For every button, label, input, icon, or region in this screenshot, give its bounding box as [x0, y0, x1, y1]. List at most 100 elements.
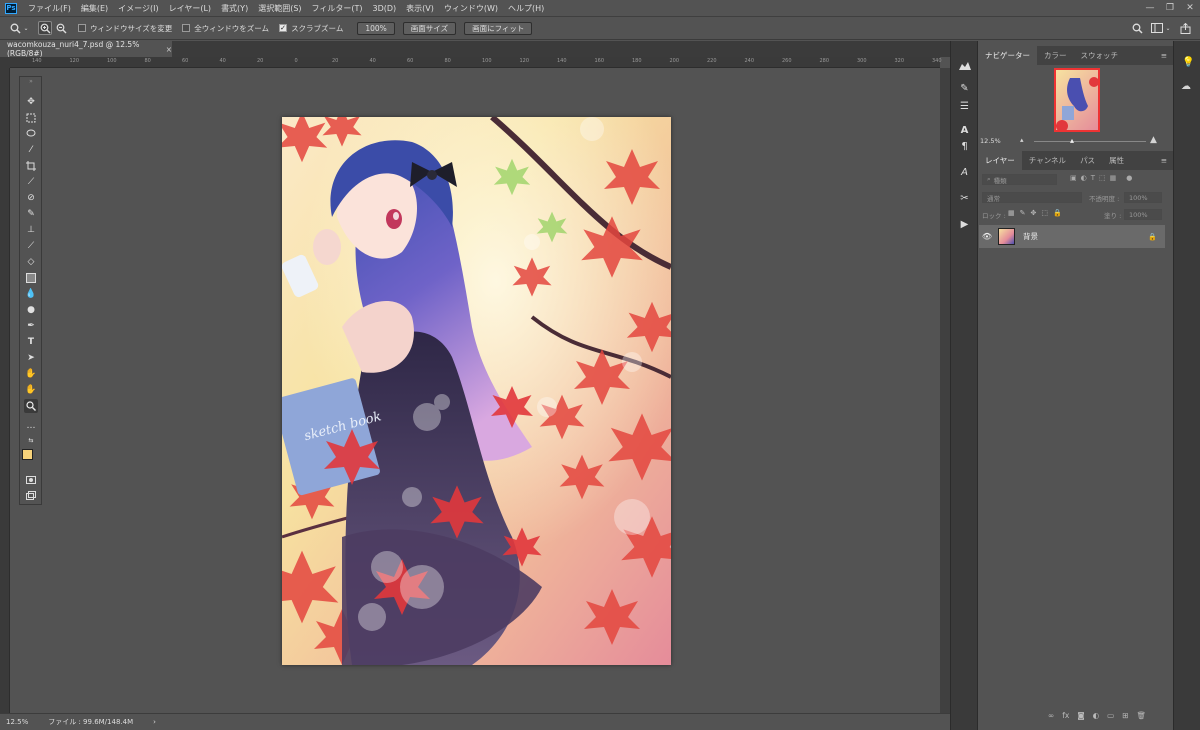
fill-screen-button[interactable]: 画面にフィット	[464, 21, 533, 35]
tab-channels[interactable]: チャンネル	[1022, 151, 1073, 170]
tab-paths[interactable]: パス	[1073, 151, 1102, 170]
menu-edit[interactable]: 編集(E)	[76, 3, 113, 14]
marquee-tool-icon[interactable]	[24, 111, 38, 125]
chevron-down-icon[interactable]: ⌄	[22, 21, 30, 35]
slider-thumb[interactable]: ▴	[1070, 136, 1074, 145]
lock-image-icon[interactable]: ✎	[1020, 209, 1026, 217]
panel-menu-icon[interactable]: ≡	[1154, 46, 1174, 65]
screen-mode-icon[interactable]	[24, 489, 38, 503]
actions-play-icon[interactable]: ▶	[957, 217, 972, 232]
zoom-100-button[interactable]: 100%	[357, 21, 395, 35]
document-tab[interactable]: wacomkouza_nuri4_7.psd @ 12.5% (RGB/8#) …	[0, 40, 172, 58]
menu-file[interactable]: ファイル(F)	[23, 3, 76, 14]
navigator-zoom-value[interactable]: 12.5%	[980, 137, 1001, 145]
menu-view[interactable]: 表示(V)	[401, 3, 439, 14]
menu-filter[interactable]: フィルター(T)	[307, 3, 368, 14]
zoom-in-icon[interactable]	[38, 21, 52, 35]
brush-tool-icon[interactable]: ✎	[24, 207, 38, 221]
menu-help[interactable]: ヘルプ(H)	[503, 3, 549, 14]
gradient-tool-icon[interactable]	[24, 271, 38, 285]
tab-navigator[interactable]: ナビゲーター	[978, 46, 1037, 65]
brush-settings-icon[interactable]: ✎	[957, 81, 972, 96]
menu-layer[interactable]: レイヤー(L)	[164, 3, 216, 14]
learn-bulb-icon[interactable]: 💡	[1182, 57, 1194, 68]
ruler-origin[interactable]	[0, 57, 10, 68]
zoom-tool-icon[interactable]	[24, 399, 38, 413]
status-menu-arrow[interactable]: ›	[153, 718, 156, 726]
zoom-all-checkbox[interactable]: 全ウィンドウをズーム	[182, 23, 269, 34]
filter-toggle-icon[interactable]: ●	[1126, 174, 1132, 182]
eraser-tool-icon[interactable]: ◇	[24, 255, 38, 269]
blend-mode-select[interactable]: 通常	[982, 192, 1082, 203]
tab-layers[interactable]: レイヤー	[978, 151, 1022, 170]
swap-colors-icon[interactable]: ⇆	[24, 433, 38, 447]
magic-wand-tool-icon[interactable]: ⁄	[24, 143, 38, 157]
layer-name[interactable]: 背景	[1023, 231, 1038, 242]
adjustment-layer-icon[interactable]: ◐	[1093, 711, 1100, 720]
paragraph-icon[interactable]: ¶	[957, 139, 972, 154]
tab-properties[interactable]: 属性	[1102, 151, 1131, 170]
foreground-color-swatch[interactable]	[22, 449, 33, 460]
delete-layer-icon[interactable]: 🗑	[1137, 711, 1147, 720]
history-brush-tool-icon[interactable]: ⟋	[24, 239, 38, 253]
tab-color[interactable]: カラー	[1037, 46, 1074, 65]
lock-transparent-icon[interactable]: ▦	[1008, 209, 1015, 217]
fx-icon[interactable]: fx	[1062, 711, 1069, 720]
menu-3d[interactable]: 3D(D)	[368, 4, 402, 13]
search-icon[interactable]	[1130, 21, 1144, 35]
adjustments-icon[interactable]: ☰	[957, 99, 972, 114]
add-mask-icon[interactable]: ◙	[1077, 711, 1084, 720]
lock-all-icon[interactable]: 🔒	[1053, 209, 1062, 217]
glyphs-icon[interactable]: A	[957, 165, 972, 180]
opacity-input[interactable]: 100%	[1124, 192, 1162, 203]
fit-screen-button[interactable]: 画面サイズ	[402, 21, 457, 35]
dodge-tool-icon[interactable]: ●	[24, 303, 38, 317]
lock-position-icon[interactable]: ✥	[1031, 209, 1037, 217]
shape-tool-icon[interactable]: ✋	[24, 367, 38, 381]
character-icon[interactable]: A	[957, 123, 972, 138]
menu-window[interactable]: ウィンドウ(W)	[439, 3, 503, 14]
visibility-eye-icon[interactable]: 👁	[979, 232, 995, 241]
healing-brush-tool-icon[interactable]: ⊘	[24, 191, 38, 205]
blur-tool-icon[interactable]: 💧	[24, 287, 38, 301]
new-layer-icon[interactable]: ⊞	[1122, 711, 1128, 720]
layer-filter-select[interactable]: ⌕ 種類	[982, 174, 1057, 185]
vertical-scrollbar[interactable]	[940, 68, 950, 713]
close-button[interactable]: ✕	[1180, 3, 1200, 13]
status-zoom[interactable]: 12.5%	[6, 718, 28, 726]
chevron-down-icon[interactable]: ⌄	[1164, 21, 1172, 35]
crop-tool-icon[interactable]	[24, 159, 38, 173]
menu-image[interactable]: イメージ(I)	[113, 3, 163, 14]
smart-object-filter-icon[interactable]: ▦	[1110, 174, 1117, 182]
lock-artboard-icon[interactable]: ⬚	[1041, 209, 1048, 217]
quick-mask-icon[interactable]	[24, 473, 38, 487]
type-tool-icon[interactable]: T	[24, 335, 38, 349]
pixel-filter-icon[interactable]: ▣	[1070, 174, 1077, 182]
zoom-out-icon[interactable]	[54, 21, 68, 35]
zoom-tool-preset-icon[interactable]	[8, 21, 22, 35]
more-tools-icon[interactable]: …	[24, 419, 38, 433]
adjustment-filter-icon[interactable]: ◐	[1081, 174, 1087, 182]
tool-presets-icon[interactable]: ✂	[957, 191, 972, 206]
resize-windows-checkbox[interactable]: ウィンドウサイズを変更	[78, 23, 172, 34]
layer-row[interactable]: 👁 背景 🔒	[979, 225, 1165, 248]
pen-tool-icon[interactable]: ✒	[24, 319, 38, 333]
navigator-thumbnail[interactable]	[1054, 68, 1100, 132]
menu-select[interactable]: 選択範囲(S)	[253, 3, 306, 14]
clone-stamp-tool-icon[interactable]: ⊥	[24, 223, 38, 237]
restore-button[interactable]: ❐	[1160, 3, 1180, 13]
panel-collapse-icon[interactable]: »	[24, 77, 38, 85]
move-tool-icon[interactable]: ✥	[24, 95, 38, 109]
tab-swatches[interactable]: スウォッチ	[1074, 46, 1126, 65]
libraries-icon[interactable]: ☁	[1181, 81, 1191, 92]
document-canvas-illustration[interactable]: sketch book	[282, 117, 671, 665]
menu-type[interactable]: 書式(Y)	[216, 3, 253, 14]
zoom-in-mountain-icon[interactable]: ▲	[1150, 135, 1157, 145]
hand-tool-icon[interactable]: ✋	[24, 383, 38, 397]
zoom-out-mountain-icon[interactable]: ▴	[1020, 136, 1024, 144]
close-tab-icon[interactable]: ×	[166, 45, 172, 54]
fill-input[interactable]: 100%	[1124, 209, 1162, 220]
type-filter-icon[interactable]: T	[1091, 174, 1095, 182]
path-selection-tool-icon[interactable]: ➤	[24, 351, 38, 365]
link-layers-icon[interactable]: ∞	[1048, 711, 1054, 720]
